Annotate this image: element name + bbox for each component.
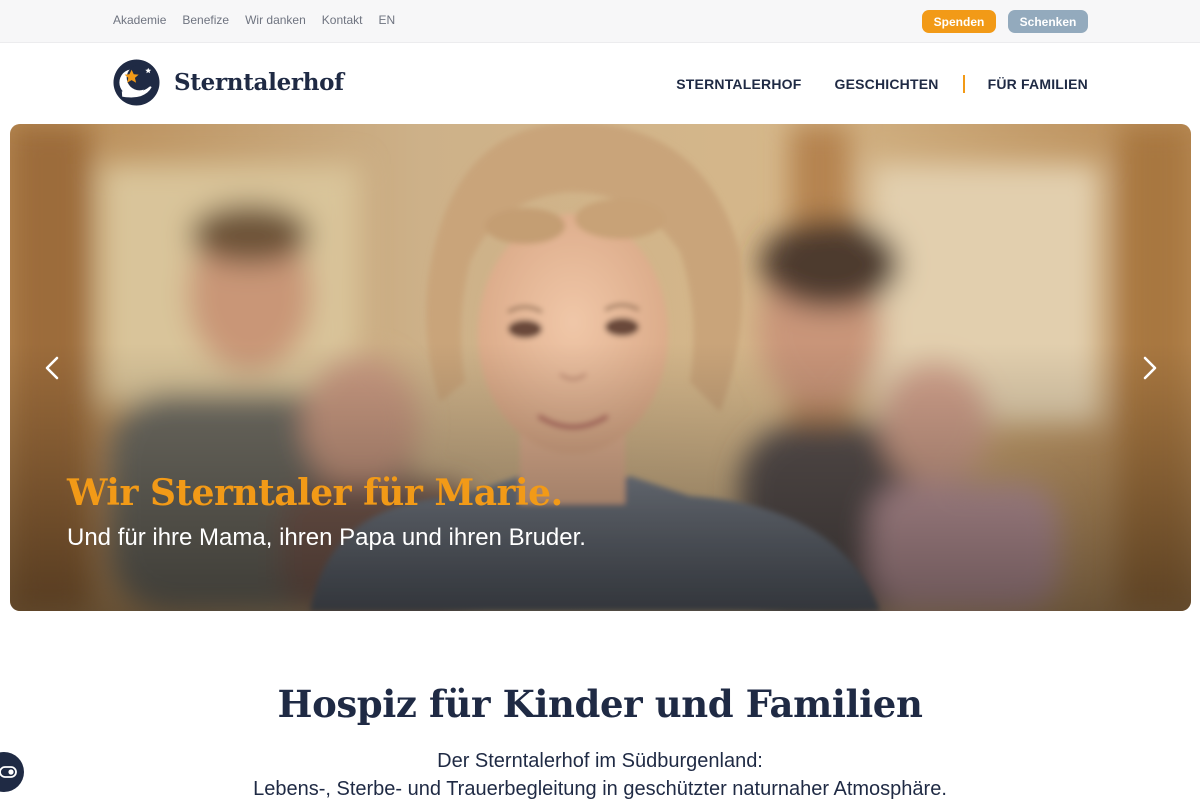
hero-next-button[interactable] <box>1135 354 1163 382</box>
hero-slider: Wir Sterntaler für Marie. Und für ihre M… <box>10 124 1191 611</box>
toggle-icon <box>0 766 17 778</box>
utility-link-wir-danken[interactable]: Wir danken <box>245 13 306 27</box>
intro-line-1: Der Sterntalerhof im Südburgenland: <box>437 750 763 772</box>
hero-title: Wir Sterntaler für Marie. <box>67 472 563 514</box>
gift-button[interactable]: Schenken <box>1008 10 1088 33</box>
utility-link-kontakt[interactable]: Kontakt <box>322 13 363 27</box>
donate-button[interactable]: Spenden <box>922 10 996 33</box>
nav-item-fuer-familien[interactable]: FÜR FAMILIEN <box>988 76 1088 92</box>
hero-subtitle: Und für ihre Mama, ihren Papa und ihren … <box>67 524 586 551</box>
nav-item-sterntalerhof[interactable]: STERNTALERHOF <box>676 76 801 92</box>
logo-text: Sterntalerhof <box>174 69 344 96</box>
utility-link-benefize[interactable]: Benefize <box>182 13 229 27</box>
utility-actions: Spenden Schenken <box>922 10 1088 33</box>
intro-line-2: Lebens-, Sterbe- und Trauerbegleitung in… <box>253 778 947 800</box>
nav-divider <box>962 75 965 93</box>
logo-star-hand-icon <box>113 59 160 106</box>
hero-prev-button[interactable] <box>39 354 67 382</box>
chevron-right-icon <box>1143 356 1157 380</box>
intro-title: Hospiz für Kinder und Familien <box>277 682 923 726</box>
nav-item-geschichten[interactable]: GESCHICHTEN <box>834 76 938 92</box>
site-header: Sterntalerhof STERNTALERHOF GESCHICHTEN … <box>0 43 1200 124</box>
utility-links: Akademie Benefize Wir danken Kontakt EN <box>113 13 395 27</box>
chevron-left-icon <box>45 356 59 380</box>
site-logo[interactable]: Sterntalerhof <box>113 59 344 106</box>
utility-link-akademie[interactable]: Akademie <box>113 13 166 27</box>
main-nav: STERNTALERHOF GESCHICHTEN FÜR FAMILIEN <box>676 75 1088 93</box>
language-switch-en[interactable]: EN <box>378 13 395 27</box>
utility-bar: Akademie Benefize Wir danken Kontakt EN … <box>0 0 1200 43</box>
